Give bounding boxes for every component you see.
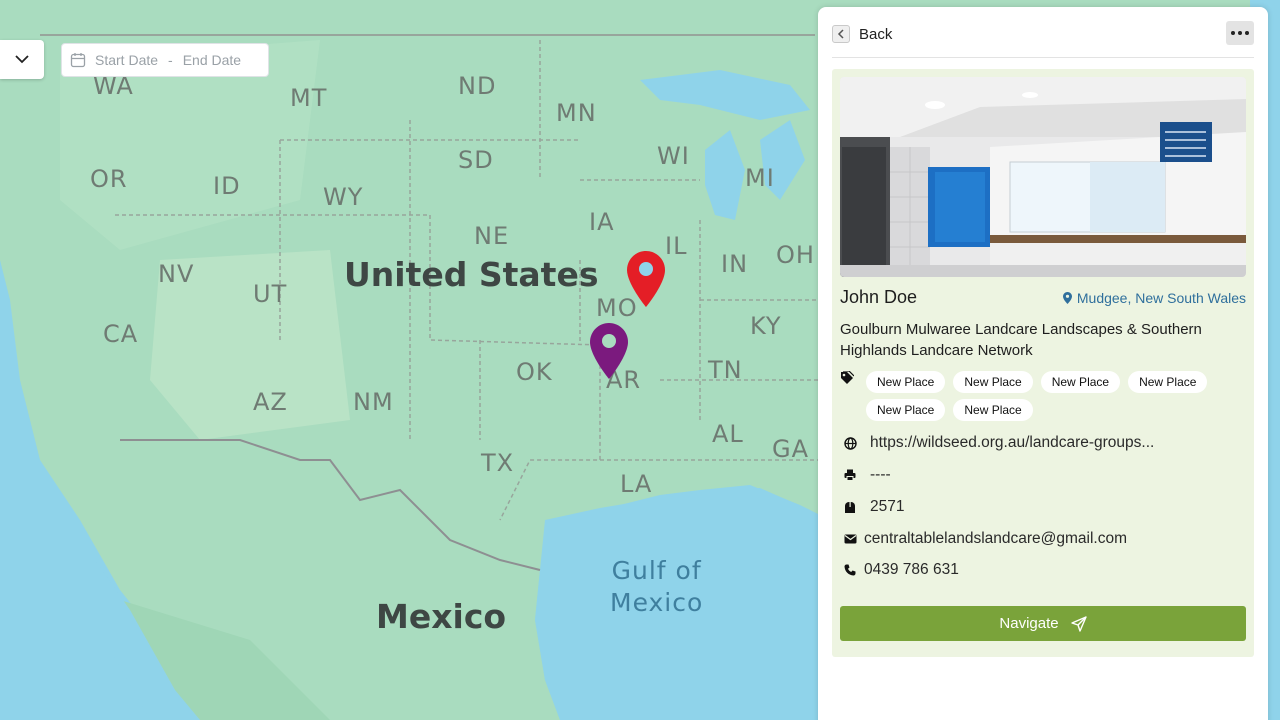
phone-icon [840, 564, 860, 576]
tag-chip[interactable]: New Place [1040, 371, 1121, 393]
fax-value: ---- [870, 466, 891, 483]
globe-icon [840, 436, 860, 450]
date-separator: - [168, 52, 173, 68]
tag-chip[interactable]: New Place [953, 399, 1033, 421]
filter-dropdown-button[interactable] [0, 40, 44, 79]
state-label: MT [290, 84, 328, 112]
website-row: https://wildseed.org.au/landcare-groups.… [840, 434, 1154, 452]
water-label-line2: Mexico [610, 588, 704, 617]
state-label: MI [745, 164, 775, 192]
state-label: OH [776, 241, 815, 269]
postcode-value: 2571 [870, 498, 905, 515]
location-text: Mudgee, New South Wales [1076, 290, 1246, 306]
tag-list: New Place New Place New Place New Place … [866, 371, 1250, 421]
state-label: IL [665, 232, 688, 260]
more-icon [1231, 31, 1249, 35]
state-label: AZ [253, 388, 288, 416]
location-pin-icon [1062, 292, 1072, 304]
start-date-input[interactable]: Start Date [95, 52, 158, 68]
state-label: ID [213, 172, 241, 200]
send-icon [1070, 615, 1087, 632]
state-label: KY [750, 312, 782, 340]
location-link[interactable]: Mudgee, New South Wales [1062, 290, 1246, 306]
contact-name: John Doe [840, 287, 918, 307]
calendar-icon [70, 52, 86, 68]
mail-icon [840, 534, 860, 544]
state-label: LA [620, 470, 653, 498]
country-label-mexico: Mexico [376, 597, 507, 636]
water-label-line1: Gulf of [611, 556, 702, 585]
state-label: CA [103, 320, 139, 348]
navigate-button[interactable]: Navigate [840, 606, 1246, 641]
navigate-label: Navigate [999, 615, 1059, 632]
tag-chip[interactable]: New Place [866, 399, 946, 421]
state-label: ND [458, 72, 497, 100]
place-photo [840, 77, 1246, 277]
panel-header: Back [832, 21, 1254, 58]
water-label-gulf: Gulf of Mexico [610, 555, 703, 619]
phone-row: 0439 786 631 [840, 561, 959, 579]
fax-row: ---- [840, 466, 891, 484]
map-pin-red-icon[interactable] [627, 251, 665, 307]
postcode-row: 2571 [840, 498, 904, 516]
back-button[interactable]: Back [832, 25, 892, 43]
tag-chip[interactable]: New Place [866, 371, 946, 393]
state-label: WI [657, 142, 690, 170]
state-label: GA [772, 435, 810, 463]
date-range-picker[interactable]: Start Date - End Date [61, 43, 269, 77]
phone-link[interactable]: 0439 786 631 [864, 561, 959, 579]
state-label: SD [458, 146, 494, 174]
organization-name: Goulburn Mulwaree Landcare Landscapes & … [840, 321, 1202, 359]
tag-icon [840, 370, 855, 390]
chevron-down-icon [15, 55, 29, 64]
state-label: IA [589, 208, 615, 236]
detail-panel: Back John Doe Mudgee, New South Wales Go… [818, 7, 1268, 720]
place-card: John Doe Mudgee, New South Wales Goulbur… [832, 69, 1254, 657]
back-label: Back [859, 25, 893, 43]
state-label: NE [474, 222, 510, 250]
state-label: MN [556, 99, 597, 127]
chevron-left-icon [832, 25, 850, 43]
state-label: IN [721, 250, 749, 278]
state-label: TN [708, 356, 743, 384]
website-link[interactable]: https://wildseed.org.au/landcare-groups.… [870, 434, 1154, 452]
end-date-input[interactable]: End Date [183, 52, 241, 68]
more-options-button[interactable] [1226, 21, 1254, 45]
state-label: TX [481, 449, 515, 477]
tag-chip[interactable]: New Place [1128, 371, 1208, 393]
state-label: NM [353, 388, 394, 416]
state-label: OK [516, 358, 553, 386]
email-row: centraltablelandslandcare@gmail.com [840, 530, 1127, 548]
state-label: AL [712, 420, 744, 448]
country-label-us: United States [344, 255, 599, 294]
state-label: OR [90, 165, 128, 193]
email-link[interactable]: centraltablelandslandcare@gmail.com [864, 530, 1127, 548]
fax-icon [840, 469, 860, 481]
map-pin-purple-icon[interactable] [590, 323, 628, 379]
state-label: NV [158, 260, 195, 288]
state-label: UT [253, 280, 288, 308]
state-label: WY [323, 183, 364, 211]
postbox-icon [840, 500, 860, 514]
tag-chip[interactable]: New Place [953, 371, 1033, 393]
